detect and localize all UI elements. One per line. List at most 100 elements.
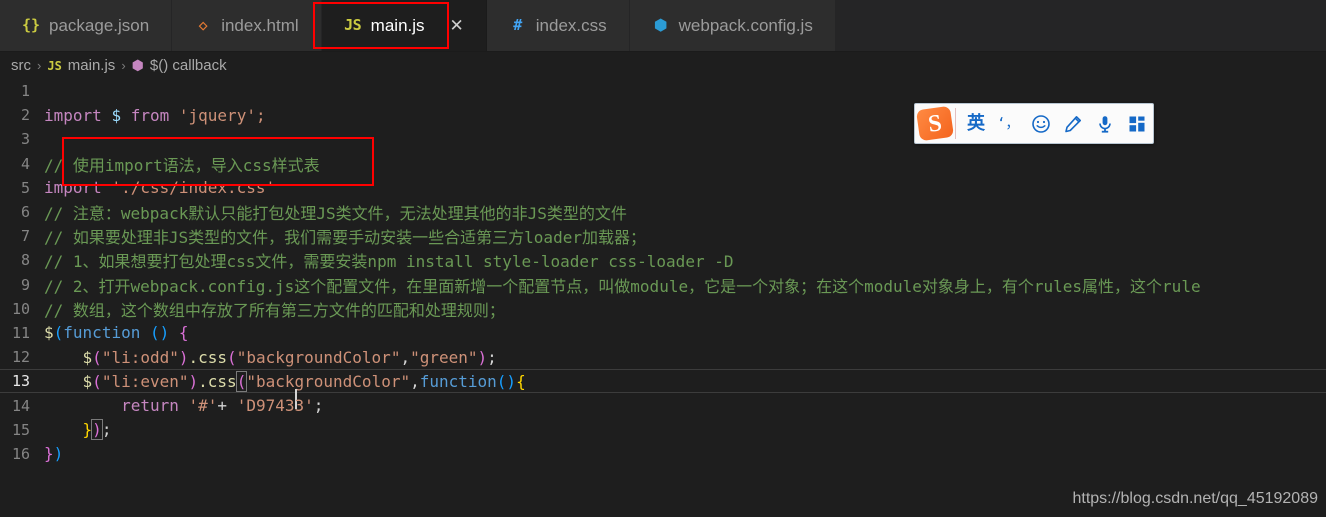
line-number: 13: [11, 372, 30, 391]
close-icon[interactable]: ✕: [450, 17, 464, 34]
token-string: "green": [410, 347, 478, 367]
code-line[interactable]: 4 // 使用import语法，导入css样式表: [0, 152, 1326, 176]
line-content: // 数组，这个数组中存放了所有第三方文件的匹配和处理规则；: [44, 300, 505, 320]
token-paren: (: [92, 371, 102, 391]
token-paren: (: [227, 347, 237, 367]
line-content: $("li:even").css("back groundColor",funct…: [44, 370, 526, 409]
javascript-icon: JS: [344, 16, 362, 34]
javascript-icon: JS: [47, 58, 62, 73]
breadcrumb-item-src[interactable]: src: [11, 57, 31, 74]
token-string: 'jquery';: [178, 105, 266, 125]
token-operator: +: [217, 396, 228, 416]
code-line[interactable]: 10 // 数组，这个数组中存放了所有第三方文件的匹配和处理规则；: [0, 297, 1326, 321]
tab-index-html[interactable]: ◇ index.html: [172, 0, 322, 51]
token-comma: ,: [400, 347, 411, 367]
breadcrumb-item-main-js[interactable]: JS main.js: [47, 57, 115, 74]
line-number: 10: [11, 299, 30, 318]
webpack-cube-icon: ⬢: [654, 16, 668, 34]
tab-label: webpack.config.js: [678, 16, 813, 35]
token-string: groundColor": [294, 371, 411, 391]
token-paren-matched: ): [91, 419, 103, 441]
code-line[interactable]: 15 });: [0, 418, 1326, 442]
microphone-icon[interactable]: [1095, 114, 1115, 134]
token-variable: $: [44, 323, 54, 343]
token-paren: ): [178, 347, 189, 367]
breadcrumb-item-callback[interactable]: ⬢ $() callback: [132, 57, 227, 74]
symbol-cube-icon: ⬢: [131, 57, 144, 73]
code-line[interactable]: 8 // 1、如果想要打包处理css文件，需要安装npm install sty…: [0, 248, 1326, 272]
handwriting-pen-icon[interactable]: [1063, 114, 1083, 134]
breadcrumb-label: $() callback: [149, 57, 227, 74]
line-number: 12: [11, 348, 30, 367]
token-variable: $: [111, 105, 122, 125]
line-content: }): [44, 444, 63, 463]
token-string: "li:even": [101, 371, 189, 391]
css-hash-icon: #: [513, 16, 523, 34]
ime-button-group: 英 ‘，: [967, 114, 1147, 134]
token-keyword: function: [419, 371, 497, 391]
token-keyword: from: [130, 105, 170, 125]
editor-tab-bar: {} package.json ◇ index.html JS main.js …: [0, 0, 1326, 52]
line-number: 8: [20, 251, 30, 270]
token-string: "back: [246, 371, 295, 391]
line-number: 9: [20, 275, 30, 294]
sogou-logo-icon[interactable]: S: [916, 105, 954, 142]
tab-package-json[interactable]: {} package.json: [0, 0, 173, 51]
token-keyword: function: [63, 323, 141, 343]
token-string: './css/index.css': [111, 178, 276, 198]
line-number: 5: [20, 178, 30, 197]
emoji-icon[interactable]: [1031, 114, 1051, 134]
line-content: import './css/index.css': [44, 178, 275, 197]
tab-index-css[interactable]: # index.css: [486, 0, 630, 51]
breadcrumb-label: main.js: [67, 57, 116, 74]
watermark-url: https://blog.csdn.net/qq_45192089: [1072, 490, 1318, 507]
code-line[interactable]: 9 // 2、打开webpack.config.js这个配置文件，在里面新增一个…: [0, 273, 1326, 297]
toolbox-grid-icon[interactable]: [1127, 114, 1147, 134]
code-line[interactable]: 1: [0, 79, 1326, 103]
code-line[interactable]: 16 }): [0, 442, 1326, 466]
line-content: return '#'+ 'D97433';: [44, 396, 323, 415]
line-content: import $ from 'jquery';: [44, 106, 266, 125]
token-string: 'D97433': [236, 396, 314, 416]
code-line-active[interactable]: 13 $("li:even").css("back groundColor",fu…: [0, 369, 1326, 409]
token-paren: ): [188, 371, 199, 391]
token-string: '#': [188, 396, 218, 416]
language-mode-english-button[interactable]: 英: [967, 114, 985, 133]
tab-webpack-config-js[interactable]: ⬢ webpack.config.js: [629, 0, 836, 51]
punctuation-mode-button[interactable]: ‘，: [997, 117, 1019, 131]
tab-main-js[interactable]: JS main.js ✕: [321, 0, 487, 51]
line-content: });: [44, 419, 111, 441]
code-line[interactable]: 7 // 如果要处理非JS类型的文件，我们需要手动安装一些合适第三方loader…: [0, 224, 1326, 248]
code-editor[interactable]: 1 2 import $ from 'jquery'; 3 4 // 使用imp…: [0, 79, 1326, 517]
line-number: 4: [20, 154, 30, 173]
breadcrumb-label: src: [11, 57, 31, 74]
token-brace: }: [44, 444, 54, 464]
toolbar-divider: [955, 108, 956, 139]
line-content: // 注意：webpack默认只能打包处理JS类文件，无法处理其他的非JS类型的…: [44, 204, 627, 224]
line-content: // 1、如果想要打包处理css文件，需要安装npm install style…: [44, 252, 734, 272]
code-line[interactable]: 6 // 注意：webpack默认只能打包处理JS类文件，无法处理其他的非JS类…: [0, 200, 1326, 224]
tab-label: index.html: [221, 16, 299, 35]
token-paren: (: [92, 347, 102, 367]
code-line[interactable]: 11 $(function () {: [0, 321, 1326, 345]
tab-label: package.json: [49, 16, 150, 35]
sogou-ime-toolbar[interactable]: S 英 ‘，: [914, 103, 1154, 144]
line-content: // 如果要处理非JS类型的文件，我们需要手动安装一些合适第三方loader加载…: [44, 228, 646, 248]
breadcrumb-separator: ›: [37, 58, 42, 73]
token-comma: ,: [410, 371, 420, 391]
line-content: $(function () {: [44, 323, 189, 342]
line-number: 1: [20, 82, 30, 101]
html-chevrons-icon: ◇: [198, 16, 208, 34]
line-number: 15: [11, 420, 30, 439]
token-paren: ): [477, 347, 488, 367]
token-string: "li:odd": [101, 347, 179, 367]
line-number: 16: [11, 444, 30, 463]
token-keyword: import: [44, 105, 102, 125]
code-line[interactable]: 5 import './css/index.css': [0, 176, 1326, 200]
line-number: 14: [11, 396, 30, 415]
code-line[interactable]: 14 return '#'+ 'D97433';: [0, 393, 1326, 417]
token-semicolon: ;: [487, 347, 497, 367]
line-number: 11: [11, 323, 30, 342]
code-line[interactable]: 12 $("li:odd").css("backgroundColor","gr…: [0, 345, 1326, 369]
token-keyword: import: [44, 178, 102, 198]
